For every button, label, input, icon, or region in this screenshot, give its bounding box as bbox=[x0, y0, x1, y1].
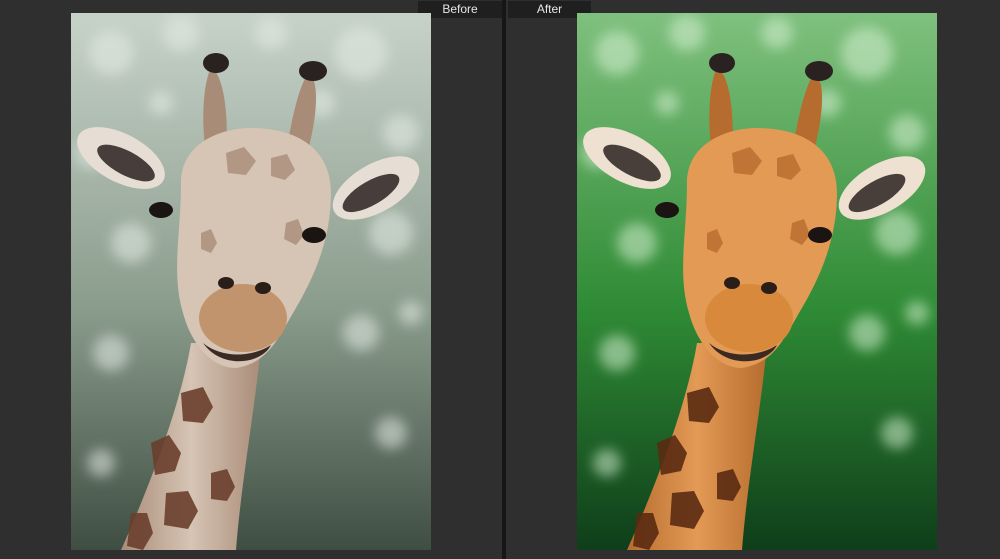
before-photo[interactable] bbox=[71, 13, 431, 550]
bokeh-blob bbox=[335, 27, 387, 79]
bokeh-blob bbox=[761, 17, 793, 49]
bokeh-blob bbox=[593, 449, 621, 477]
left-nostril bbox=[218, 277, 234, 289]
bokeh-blob bbox=[87, 449, 115, 477]
bokeh-blob bbox=[841, 27, 893, 79]
bokeh-blob bbox=[881, 417, 913, 449]
left-horn-tuft bbox=[203, 53, 229, 73]
bokeh-blob bbox=[343, 315, 379, 351]
giraffe-right-eye bbox=[808, 227, 832, 243]
bokeh-blob bbox=[163, 15, 199, 51]
bokeh-blob bbox=[849, 315, 885, 351]
bokeh-blob bbox=[383, 115, 419, 151]
bokeh-blob bbox=[889, 115, 925, 151]
giraffe-muzzle bbox=[705, 284, 793, 352]
bokeh-blob bbox=[149, 91, 173, 115]
left-horn-tuft bbox=[709, 53, 735, 73]
bokeh-blob bbox=[375, 417, 407, 449]
giraffe-photo-icon bbox=[577, 13, 937, 550]
bokeh-blob bbox=[89, 31, 133, 75]
bokeh-blob bbox=[655, 91, 679, 115]
giraffe-left-eye bbox=[655, 202, 679, 218]
compare-divider[interactable] bbox=[502, 0, 506, 559]
giraffe-muzzle bbox=[199, 284, 287, 352]
bokeh-blob bbox=[599, 335, 635, 371]
right-nostril bbox=[761, 282, 777, 294]
bokeh-blob bbox=[617, 223, 657, 263]
bokeh-blob bbox=[111, 223, 151, 263]
left-nostril bbox=[724, 277, 740, 289]
bokeh-blob bbox=[399, 301, 423, 325]
giraffe-left-eye bbox=[149, 202, 173, 218]
bokeh-blob bbox=[93, 335, 129, 371]
before-after-compare-view: Before After bbox=[0, 0, 1000, 559]
after-photo[interactable] bbox=[577, 13, 937, 550]
bokeh-blob bbox=[595, 31, 639, 75]
right-nostril bbox=[255, 282, 271, 294]
right-horn-tuft bbox=[805, 61, 833, 81]
right-horn-tuft bbox=[299, 61, 327, 81]
bokeh-blob bbox=[255, 17, 287, 49]
bokeh-blob bbox=[369, 211, 413, 255]
bokeh-blob bbox=[875, 211, 919, 255]
giraffe-right-eye bbox=[302, 227, 326, 243]
giraffe-photo-icon bbox=[71, 13, 431, 550]
bokeh-blob bbox=[669, 15, 705, 51]
bokeh-blob bbox=[905, 301, 929, 325]
